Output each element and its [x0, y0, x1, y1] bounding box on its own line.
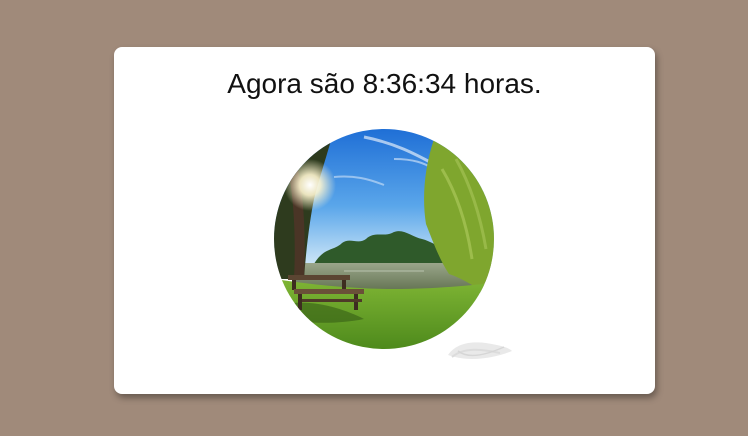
content-card: Agora são 8:36:34 horas.: [114, 47, 655, 394]
sun: [284, 159, 336, 211]
current-time-message: Agora são 8:36:34 horas.: [227, 68, 542, 99]
signature-watermark: [448, 342, 512, 359]
landscape-illustration: [274, 129, 494, 349]
landscape-photo: [274, 129, 494, 349]
